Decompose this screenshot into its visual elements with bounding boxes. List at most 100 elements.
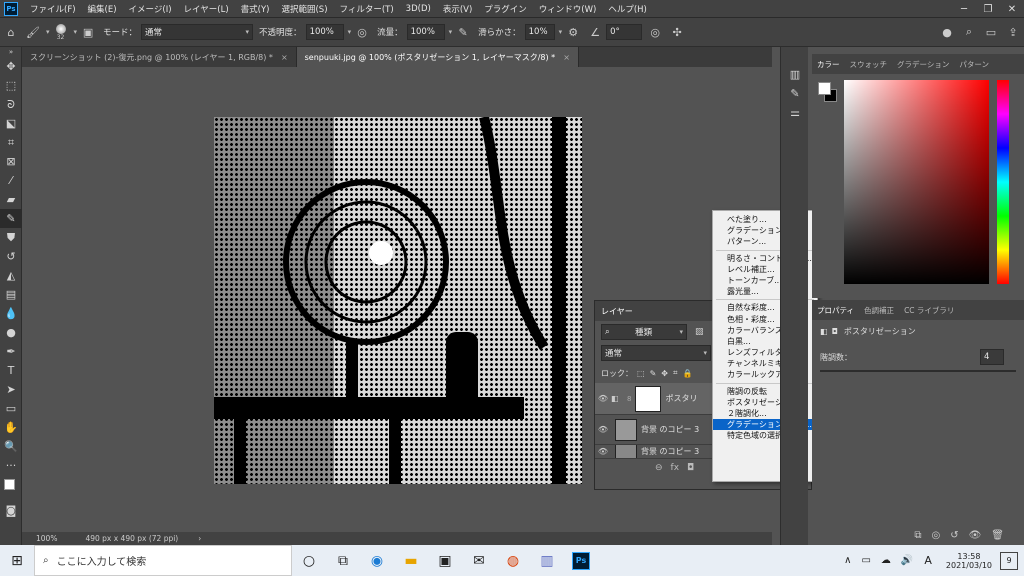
- lasso-tool-icon[interactable]: ᘐ: [0, 95, 22, 114]
- menu-type[interactable]: 書式(Y): [235, 3, 276, 15]
- minimize-button[interactable]: ─: [952, 0, 976, 18]
- layer-name[interactable]: 背景 のコピー 3: [641, 424, 699, 435]
- adjustments-panel-icon[interactable]: ⚌: [781, 103, 809, 122]
- link-layers-icon[interactable]: ⊖: [655, 463, 663, 473]
- menu-select[interactable]: 選択範囲(S): [275, 3, 333, 15]
- foreground-color-swatch[interactable]: [818, 82, 831, 95]
- link-icon[interactable]: 8: [627, 395, 631, 403]
- network-icon[interactable]: ▭: [861, 555, 870, 566]
- notification-badge[interactable]: 9: [1000, 551, 1018, 570]
- chrome-icon[interactable]: ◍: [496, 545, 530, 576]
- tab-color[interactable]: カラー: [812, 59, 845, 70]
- chevron-down-icon[interactable]: ▾: [74, 28, 78, 36]
- pressure-opacity-icon[interactable]: ◎: [354, 24, 370, 40]
- menu-filter[interactable]: フィルター(T): [334, 3, 400, 15]
- crop-tool-icon[interactable]: ⌗: [0, 133, 22, 152]
- home-icon[interactable]: ⌂: [3, 24, 19, 40]
- maximize-button[interactable]: ❐: [976, 0, 1000, 18]
- menu-image[interactable]: イメージ(I): [123, 3, 178, 15]
- opacity-input[interactable]: 100%: [305, 24, 344, 40]
- brush-panel-icon[interactable]: ✎: [781, 84, 809, 103]
- close-icon[interactable]: ×: [281, 53, 288, 62]
- history-brush-tool-icon[interactable]: ↺: [0, 247, 22, 266]
- foreground-color-swatch[interactable]: [4, 479, 15, 490]
- workspace-icon[interactable]: ▭: [983, 24, 999, 40]
- lock-pixels-icon[interactable]: ✎: [650, 369, 657, 378]
- history-panel-icon[interactable]: ▥: [781, 65, 809, 84]
- mail-icon[interactable]: ✉: [462, 545, 496, 576]
- add-mask-icon[interactable]: ◘: [687, 463, 694, 473]
- chevron-right-icon[interactable]: ›: [198, 534, 201, 543]
- file-explorer-icon[interactable]: ▬: [394, 545, 428, 576]
- layer-name[interactable]: 背景 のコピー 3: [641, 446, 699, 457]
- eye-icon[interactable]: 👁: [595, 425, 611, 434]
- layer-mask-thumbnail[interactable]: [635, 385, 662, 412]
- clock[interactable]: 13:58 2021/03/10: [946, 552, 992, 570]
- tab-screenshot[interactable]: スクリーンショット (2)-復元.png @ 100% (レイヤー 1, RGB…: [22, 47, 297, 67]
- taskbar-search-box[interactable]: ⌕ ここに入力して検索: [34, 545, 292, 576]
- flow-input[interactable]: 100%: [406, 24, 445, 40]
- mode-select[interactable]: 通常 ▾: [141, 24, 254, 40]
- clone-stamp-tool-icon[interactable]: ⛊: [0, 228, 22, 247]
- eye-icon[interactable]: 👁: [595, 394, 611, 403]
- menu-file[interactable]: ファイル(F): [24, 3, 82, 15]
- layer-filter-select[interactable]: ⌕ 種類 ▾: [601, 324, 687, 340]
- clip-to-layer-icon[interactable]: ⧉: [914, 530, 921, 541]
- eye-icon[interactable]: 👁: [595, 447, 611, 456]
- document-canvas[interactable]: [214, 117, 582, 484]
- volume-icon[interactable]: 🔊: [901, 555, 913, 566]
- lock-position-icon[interactable]: ✥: [661, 369, 668, 378]
- menu-plugins[interactable]: プラグイン: [478, 3, 533, 15]
- gradient-tool-icon[interactable]: ▤: [0, 285, 22, 304]
- layer-name[interactable]: ポスタリ: [665, 393, 697, 404]
- tray-chevron-icon[interactable]: ∧: [844, 555, 851, 566]
- layers-tab[interactable]: レイヤー: [601, 306, 633, 317]
- photoshop-taskbar-icon[interactable]: Ps: [564, 545, 598, 576]
- hue-slider[interactable]: [997, 80, 1009, 284]
- more-tools-icon[interactable]: ···: [0, 456, 22, 475]
- task-view-icon[interactable]: ⧉: [326, 545, 360, 576]
- color-swatches[interactable]: [0, 475, 21, 501]
- hand-tool-icon[interactable]: ✋: [0, 418, 22, 437]
- object-select-tool-icon[interactable]: ⬕: [0, 114, 22, 133]
- trash-icon[interactable]: 🗑: [991, 530, 1004, 541]
- healing-brush-tool-icon[interactable]: ▰: [0, 190, 22, 209]
- menu-help[interactable]: ヘルプ(H): [602, 3, 653, 15]
- lock-artboard-icon[interactable]: ⌗: [673, 368, 678, 378]
- brush-tool-icon[interactable]: ✎: [0, 209, 22, 228]
- marquee-tool-icon[interactable]: ⬚: [0, 76, 22, 95]
- share-icon[interactable]: ⇪: [1005, 24, 1021, 40]
- menu-layer[interactable]: レイヤー(L): [178, 3, 235, 15]
- tab-swatches[interactable]: スウォッチ: [845, 59, 893, 70]
- cortana-icon[interactable]: ○: [292, 545, 326, 576]
- chevron-down-icon[interactable]: ▾: [449, 28, 453, 36]
- menu-3d[interactable]: 3D(D): [400, 4, 437, 14]
- ime-indicator[interactable]: A: [924, 554, 932, 567]
- dodge-tool-icon[interactable]: ●: [0, 323, 22, 342]
- search-icon[interactable]: ⌕: [961, 24, 977, 40]
- fx-icon[interactable]: fx: [671, 463, 680, 473]
- save-app-icon[interactable]: ▥: [530, 545, 564, 576]
- chevron-down-icon[interactable]: ▾: [559, 28, 563, 36]
- menu-window[interactable]: ウィンドウ(W): [533, 3, 603, 15]
- close-button[interactable]: ✕: [1000, 0, 1024, 18]
- zoom-level[interactable]: 100%: [36, 534, 57, 543]
- levels-input[interactable]: 4: [980, 349, 1004, 365]
- image-filter-icon[interactable]: ▨: [695, 327, 704, 337]
- path-select-tool-icon[interactable]: ➤: [0, 380, 22, 399]
- close-icon[interactable]: ×: [563, 53, 570, 62]
- frame-tool-icon[interactable]: ⊠: [0, 152, 22, 171]
- onedrive-icon[interactable]: ☁: [881, 555, 891, 566]
- pressure-size-icon[interactable]: ◎: [647, 24, 663, 40]
- levels-slider[interactable]: [820, 370, 1016, 372]
- windows-start-icon[interactable]: ⊞: [0, 545, 34, 576]
- color-picker-field[interactable]: [844, 80, 989, 284]
- lock-transparency-icon[interactable]: ⬚: [637, 369, 645, 378]
- smoothing-input[interactable]: 10%: [524, 24, 555, 40]
- tab-adjustments[interactable]: 色調補正: [859, 305, 899, 316]
- view-previous-icon[interactable]: ◎: [931, 530, 940, 541]
- learn-icon[interactable]: ●: [939, 24, 955, 40]
- pen-tool-icon[interactable]: ✒: [0, 342, 22, 361]
- tab-patterns[interactable]: パターン: [954, 59, 994, 70]
- brush-settings-icon[interactable]: ▣: [80, 24, 96, 40]
